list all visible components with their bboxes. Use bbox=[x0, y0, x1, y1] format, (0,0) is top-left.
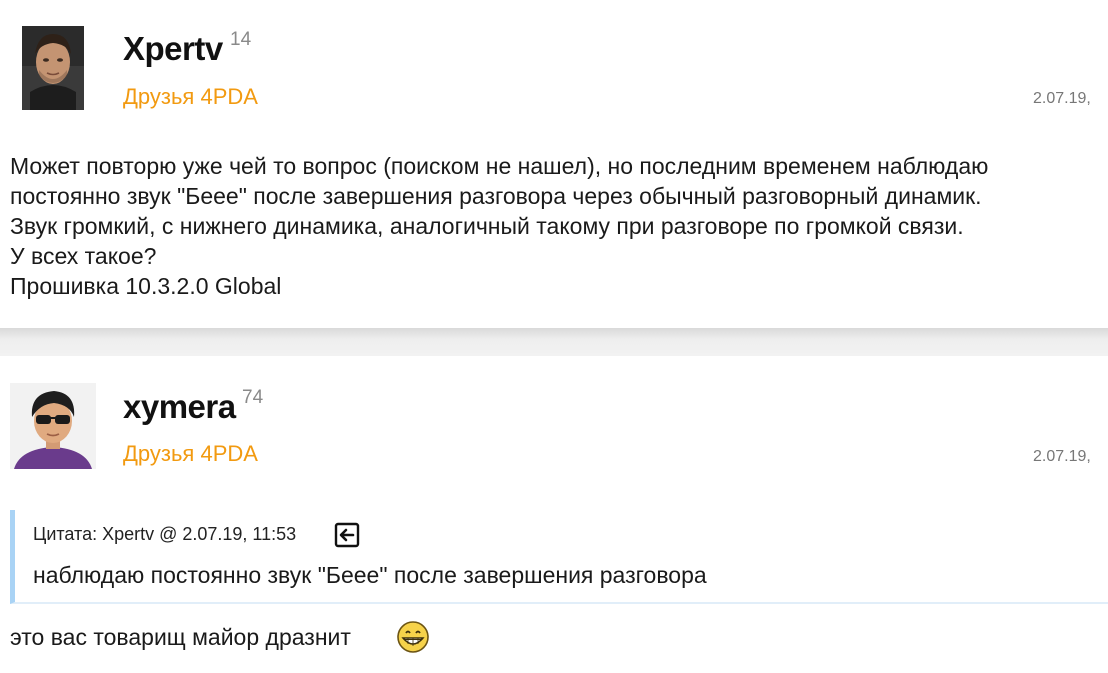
post-separator bbox=[0, 328, 1108, 356]
avatar-photo-icon bbox=[22, 26, 84, 110]
grin-smiley-icon bbox=[396, 620, 430, 654]
avatar-xymera[interactable] bbox=[10, 383, 96, 469]
avatar-cartoon-icon bbox=[10, 383, 96, 469]
user-group: Друзья 4PDA bbox=[123, 441, 258, 466]
jump-to-quote-icon[interactable] bbox=[334, 522, 360, 548]
author-name[interactable]: Xpertv bbox=[123, 30, 223, 68]
post-date: 2.07.19, bbox=[1033, 448, 1091, 465]
post-body-line: Может повторю уже чей то вопрос (поиском… bbox=[10, 153, 989, 179]
post-body-line: постоянно звук "Беее" после завершения р… bbox=[10, 183, 982, 209]
quote-text: наблюдаю постоянно звук "Беее" после зав… bbox=[33, 562, 707, 588]
post-date: 2.07.19, bbox=[1033, 90, 1091, 107]
post-body: Может повторю уже чей то вопрос (поиском… bbox=[10, 151, 988, 301]
post-body-line: Прошивка 10.3.2.0 Global bbox=[10, 273, 282, 299]
post-body-line: У всех такое? bbox=[10, 243, 157, 269]
quote-header: Цитата: Xpertv @ 2.07.19, 11:53 bbox=[33, 524, 297, 544]
quote-block: Цитата: Xpertv @ 2.07.19, 11:53 наблюдаю… bbox=[10, 510, 1108, 604]
post-xpertv: Xpertv 14 Друзья 4PDA 2.07.19, Может пов… bbox=[0, 0, 1108, 328]
user-group: Друзья 4PDA bbox=[123, 84, 258, 109]
avatar-xpertv[interactable] bbox=[22, 26, 84, 110]
post-xymera: xymera 74 Друзья 4PDA 2.07.19, Цитата: X… bbox=[0, 356, 1108, 673]
author-name[interactable]: xymera bbox=[123, 388, 236, 426]
reputation-count[interactable]: 74 bbox=[242, 387, 263, 409]
post-body-line: Звук громкий, с нижнего динамика, аналог… bbox=[10, 213, 964, 239]
reputation-count[interactable]: 14 bbox=[230, 29, 251, 51]
reply-text: это вас товарищ майор дразнит bbox=[10, 624, 351, 650]
